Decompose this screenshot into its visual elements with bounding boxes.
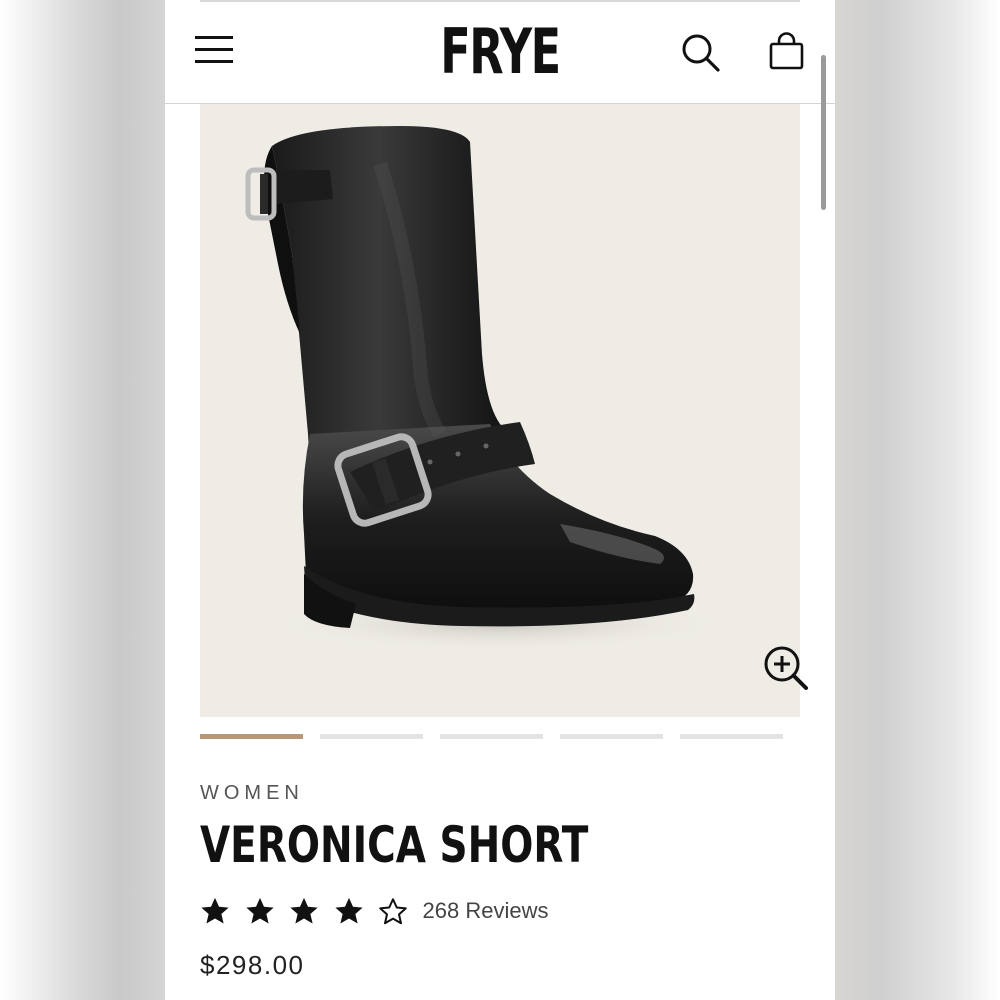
star-empty-icon <box>379 898 407 925</box>
product-image[interactable] <box>200 104 808 717</box>
product-rating[interactable]: 268 Reviews <box>200 893 548 929</box>
carousel-dot-3[interactable] <box>440 734 543 739</box>
hamburger-menu-icon[interactable] <box>195 34 235 66</box>
star-filled-icon <box>334 897 363 924</box>
site-header: FRYE <box>165 0 835 104</box>
carousel-dot-2[interactable] <box>320 734 423 739</box>
product-title: VERONICA SHORT <box>200 816 589 874</box>
star-filled-icon <box>201 897 229 924</box>
product-category: WOMEN <box>200 782 304 804</box>
image-carousel-indicator <box>200 734 800 742</box>
shopping-bag-icon[interactable] <box>768 32 806 72</box>
boot-image <box>245 126 730 652</box>
star-filled-icon <box>290 897 318 924</box>
scrollbar[interactable] <box>821 55 826 210</box>
top-divider <box>200 0 800 2</box>
reviews-link[interactable]: 268 Reviews <box>423 898 549 924</box>
product-price: $298.00 <box>200 950 305 980</box>
star-filled-icon <box>245 897 274 924</box>
search-icon[interactable] <box>680 32 722 74</box>
zoom-in-icon[interactable] <box>762 644 810 692</box>
carousel-dot-5[interactable] <box>680 734 783 739</box>
carousel-dot-4[interactable] <box>560 734 663 739</box>
product-page: FRYE WOMEN VERONICA SHORT 268 Reviews $2… <box>165 0 835 1000</box>
carousel-dot-1[interactable] <box>200 734 303 739</box>
brand-logo[interactable]: FRYE <box>259 14 741 90</box>
